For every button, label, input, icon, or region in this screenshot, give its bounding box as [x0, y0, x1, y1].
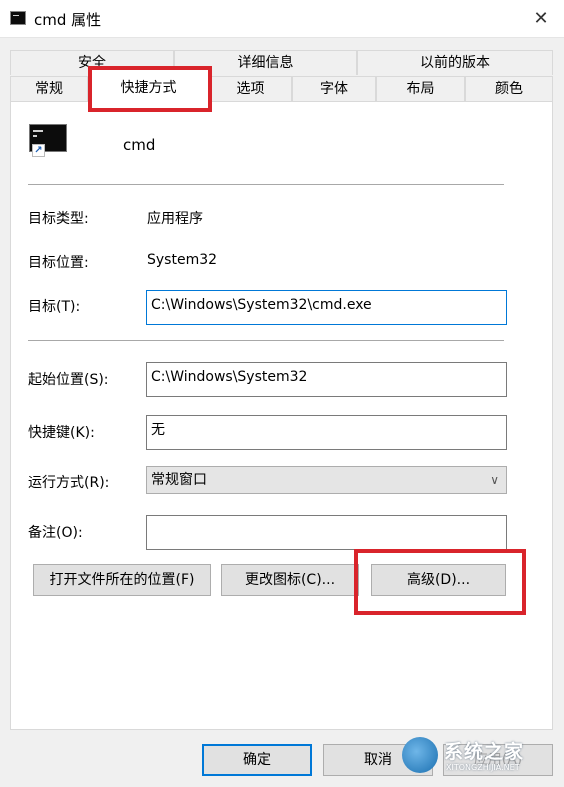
tab-layout[interactable]: 布局: [376, 76, 465, 101]
target-location-value: System32: [147, 252, 218, 268]
window-title: cmd 属性: [34, 11, 102, 29]
tab-colors[interactable]: 颜色: [465, 76, 553, 101]
change-icon-button[interactable]: 更改图标(C)...: [221, 564, 359, 596]
ok-button[interactable]: 确定: [202, 744, 312, 776]
target-type-label: 目标类型:: [28, 211, 89, 227]
run-label: 运行方式(R):: [28, 475, 110, 491]
separator: [28, 340, 504, 341]
target-label: 目标(T):: [28, 299, 81, 315]
comment-field[interactable]: [146, 515, 507, 550]
tab-general[interactable]: 常规: [10, 76, 88, 101]
close-button[interactable]: ✕: [518, 0, 564, 38]
tab-options[interactable]: 选项: [209, 76, 292, 101]
separator: [28, 184, 504, 185]
hotkey-field[interactable]: 无: [146, 415, 507, 450]
chevron-down-icon: ∨: [490, 473, 499, 487]
run-dropdown[interactable]: 常规窗口 ∨: [146, 466, 507, 494]
run-dropdown-value: 常规窗口: [151, 472, 207, 488]
start-in-label: 起始位置(S):: [28, 372, 109, 388]
open-file-location-button[interactable]: 打开文件所在的位置(F): [33, 564, 211, 596]
comment-label: 备注(O):: [28, 525, 83, 541]
advanced-button[interactable]: 高级(D)...: [371, 564, 506, 596]
watermark-url: XITONGZHIJIA.NET: [446, 763, 520, 772]
start-in-field[interactable]: C:\Windows\System32: [146, 362, 507, 397]
watermark-logo-icon: [402, 737, 438, 773]
title-bar: cmd 属性 ✕: [0, 0, 564, 38]
target-location-label: 目标位置:: [28, 255, 89, 271]
shortcut-name: cmd: [123, 136, 156, 154]
watermark-brand: 系统之家: [444, 741, 525, 763]
cmd-window-icon: [10, 11, 26, 25]
target-type-value: 应用程序: [147, 211, 203, 227]
hotkey-label: 快捷键(K):: [28, 425, 95, 441]
tab-previous-versions[interactable]: 以前的版本: [357, 50, 553, 75]
tab-shortcut[interactable]: 快捷方式: [88, 69, 209, 102]
tab-font[interactable]: 字体: [292, 76, 376, 101]
watermark-logo: 系统之家 XITONGZHIJIA.NET: [402, 735, 558, 779]
cmd-shortcut-icon: ↗: [29, 124, 67, 157]
target-field[interactable]: C:\Windows\System32\cmd.exe: [146, 290, 507, 325]
